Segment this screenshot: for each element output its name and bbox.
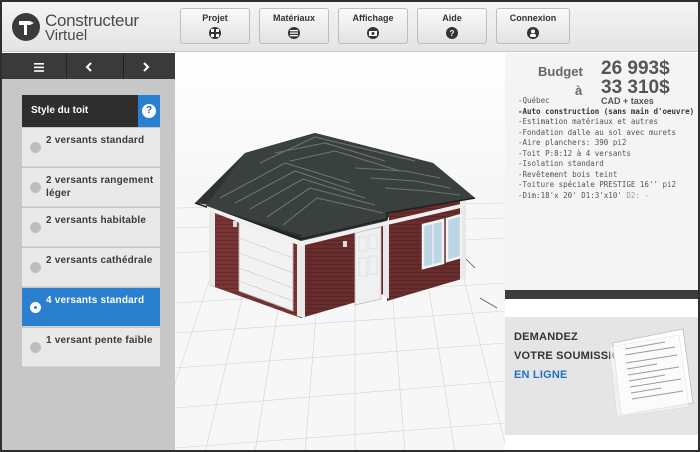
radio-icon [30,222,41,233]
panel-divider [505,290,698,299]
svg-text:?: ? [450,29,455,37]
header: Constructeur Virtuel Projet Matériaux Af… [2,2,698,52]
app-window: Constructeur Virtuel Projet Matériaux Af… [0,0,700,452]
spec-item: -Toit P:8:12 à 4 versants [518,148,631,158]
chevron-right-icon[interactable] [118,53,175,79]
spec-item: -Aire planchers: 390 pi2 [518,138,627,147]
logo[interactable]: Constructeur Virtuel [12,11,182,45]
roof-option-2-versants-habitable[interactable]: 2 versants habitable [22,208,160,247]
right-panel: Budget 26 993$ à 33 310$ CAD + taxes -Qu… [505,53,698,450]
nav-label: Projet [202,13,228,23]
spec-item: -Toiture spéciale PRESTIGE 16'' pi2 [518,180,677,189]
question-icon: ? [142,104,156,118]
budget-label: Budget [538,64,583,79]
grid-icon [209,27,221,39]
roof-option-2-versants-rangement[interactable]: 2 versants rangement léger [22,168,160,207]
spec-list: -Québec -Auto construction (sans main d'… [518,96,698,201]
spec-dimensions: -Dim:18'x 20' D1:3'x10' [518,190,622,200]
quote-request-banner[interactable]: DEMANDEZ VOTRE SOUMISSION EN LIGNE [505,299,698,450]
radio-icon [30,182,41,193]
spec-item: -Québec [518,96,550,105]
nav-connexion-button[interactable]: Connexion [496,8,570,44]
spec-item: -Isolation standard [518,159,604,168]
option-label: 4 versants standard [46,295,145,306]
hammer-logo-icon [12,13,40,41]
spec-item: -Auto construction (sans main d'oeuvre) [518,106,695,116]
option-label: 1 versant pente faible [46,335,153,346]
nav-label: Aide [442,13,462,23]
camera-icon [367,27,379,39]
house-render [175,53,505,450]
3d-viewport[interactable] [175,53,505,450]
radio-selected-icon [30,302,41,313]
roof-option-4-versants-standard[interactable]: 4 versants standard [22,288,160,327]
option-label: 2 versants cathédrale [46,255,153,266]
user-icon [527,27,539,39]
document-icon [608,328,694,417]
nav-label: Connexion [509,13,557,23]
budget-summary: Budget 26 993$ à 33 310$ CAD + taxes -Qu… [505,53,698,290]
list-icon [288,27,300,39]
spec-item: -Dim:18'x 20' D1:3'x10' D2: - [518,191,698,202]
nav-materiaux-button[interactable]: Matériaux [259,8,329,44]
menu-icon[interactable] [10,53,67,79]
radio-icon [30,262,41,273]
promo-line3: EN LIGNE [514,369,568,381]
nav-label: Affichage [352,13,394,23]
roof-option-2-versants-cathedrale[interactable]: 2 versants cathédrale [22,248,160,287]
nav-label: Matériaux [272,13,316,23]
chevron-left-icon[interactable] [60,53,117,79]
spec-item: -Revêtement bois teint [518,169,618,179]
nav-projet-button[interactable]: Projet [180,8,250,44]
spec-dimensions-extra: D2: - [626,190,649,200]
promo-line1: DEMANDEZ [514,331,578,343]
help-button[interactable]: ? [138,95,160,127]
roof-option-1-versant-pente-faible[interactable]: 1 versant pente faible [22,328,160,367]
left-toolbar [2,53,175,79]
radio-icon [30,142,41,153]
logo-text-line2: Virtuel [45,27,88,44]
radio-icon [30,342,41,353]
option-label: 2 versants standard [46,135,145,146]
spec-item: -Fondation dalle au sol avec murets [518,127,677,137]
nav-affichage-button[interactable]: Affichage [338,8,408,44]
nav-aide-button[interactable]: Aide ? [417,8,487,44]
option-label: 2 versants habitable [46,215,147,226]
spec-item: -Estimation matériaux et autres [518,117,658,126]
question-icon: ? [446,27,458,39]
option-label: 2 versants rangement léger [46,175,154,199]
roof-option-2-versants-standard[interactable]: 2 versants standard [22,128,160,167]
